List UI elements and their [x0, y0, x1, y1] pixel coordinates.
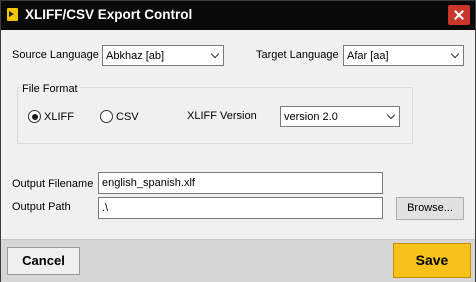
- source-language-label: Source Language: [12, 49, 99, 61]
- xliff-radio[interactable]: [28, 110, 41, 123]
- title-bar[interactable]: XLIFF/CSV Export Control: [1, 1, 475, 30]
- file-format-label: File Format: [21, 83, 79, 95]
- target-language-value: Afar [aa]: [347, 50, 389, 62]
- browse-button[interactable]: Browse...: [396, 197, 464, 220]
- csv-radio[interactable]: [100, 110, 113, 123]
- save-button[interactable]: Save: [393, 243, 471, 278]
- chevron-down-icon: [386, 110, 396, 120]
- target-language-select[interactable]: Afar [aa]: [343, 45, 464, 66]
- output-filename-input[interactable]: english_spanish.xlf: [98, 172, 383, 194]
- xliff-radio-label[interactable]: XLIFF: [44, 111, 74, 123]
- chevron-down-icon: [450, 49, 460, 59]
- xliff-version-value: version 2.0: [284, 111, 338, 123]
- export-dialog: XLIFF/CSV Export Control Source Language…: [0, 0, 476, 282]
- target-language-label: Target Language: [256, 49, 339, 61]
- output-path-value: .\: [102, 202, 109, 214]
- export-icon: [7, 8, 18, 21]
- xliff-version-label: XLIFF Version: [187, 110, 257, 122]
- cancel-button[interactable]: Cancel: [7, 247, 80, 275]
- xliff-version-select[interactable]: version 2.0: [280, 106, 400, 127]
- output-filename-label: Output Filename: [12, 178, 94, 190]
- output-filename-value: english_spanish.xlf: [102, 177, 195, 189]
- chevron-down-icon: [210, 49, 220, 59]
- output-path-input[interactable]: .\: [98, 197, 383, 219]
- source-language-value: Abkhaz [ab]: [106, 50, 165, 62]
- output-path-label: Output Path: [12, 201, 71, 213]
- source-language-select[interactable]: Abkhaz [ab]: [102, 45, 224, 66]
- csv-radio-label[interactable]: CSV: [116, 111, 139, 123]
- window-title: XLIFF/CSV Export Control: [25, 7, 193, 22]
- close-icon[interactable]: [448, 5, 470, 25]
